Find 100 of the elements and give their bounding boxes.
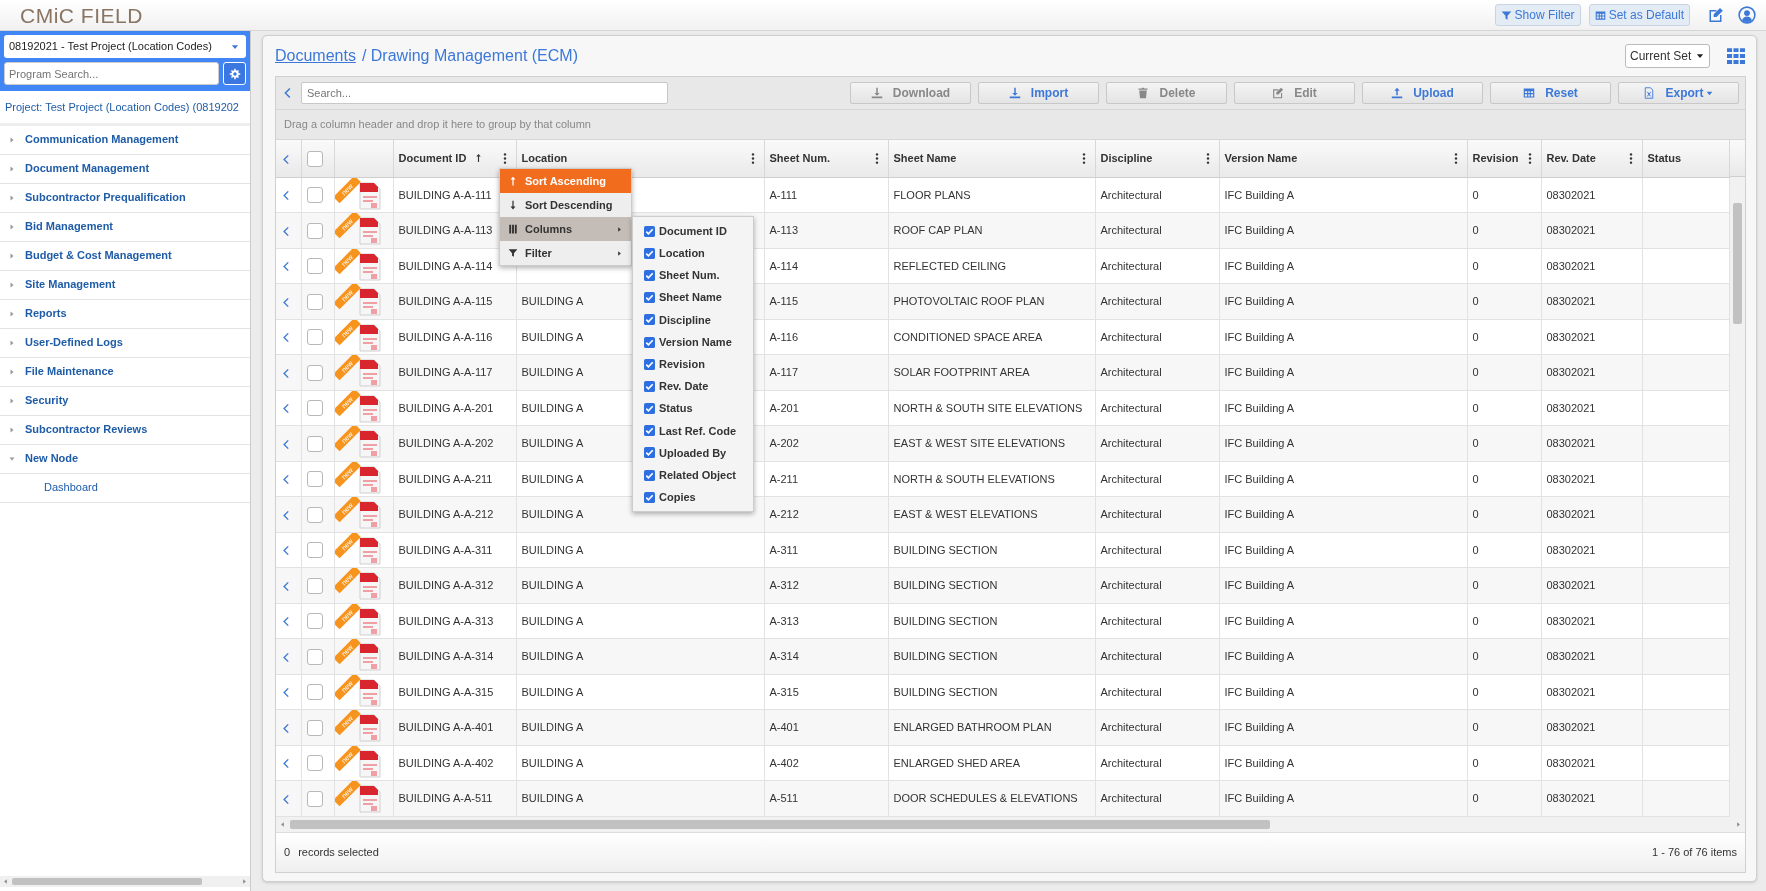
table-cell: 0 (1467, 603, 1541, 639)
row-checkbox[interactable] (306, 684, 323, 701)
table-cell: Architectural (1095, 567, 1219, 603)
scroll-right-icon[interactable] (241, 878, 248, 885)
toolbar-button[interactable]: Reset (1490, 82, 1611, 104)
checkbox[interactable] (644, 469, 655, 481)
row-checkbox[interactable] (306, 542, 323, 559)
sidebar-item[interactable]: Budget & Cost Management (0, 241, 250, 271)
checkbox[interactable] (644, 447, 655, 459)
table-cell: A-401 (764, 709, 888, 745)
project-select[interactable]: 08192021 - Test Project (Location Codes) (4, 35, 246, 58)
sidebar-item[interactable]: Subcontractor Reviews (0, 415, 250, 445)
sidebar-item[interactable]: File Maintenance (0, 357, 250, 387)
column-option[interactable]: Related Object (633, 464, 753, 487)
sidebar-item[interactable]: New Node (0, 444, 250, 474)
checkbox[interactable] (644, 403, 655, 415)
settings-button[interactable] (223, 62, 246, 85)
sidebar-item[interactable]: Reports (0, 299, 250, 329)
table-cell: 08302021 (1541, 390, 1642, 426)
sidebar-item[interactable]: Site Management (0, 270, 250, 300)
program-search-field[interactable]: Program Search... (4, 62, 219, 85)
scroll-right-icon[interactable] (1735, 820, 1742, 828)
row-checkbox[interactable] (306, 648, 323, 665)
column-header[interactable]: Location (521, 150, 568, 167)
pdf-file-icon (358, 359, 381, 387)
row-checkbox[interactable] (306, 293, 323, 310)
table-cell: A-314 (764, 638, 888, 674)
row-checkbox[interactable] (306, 364, 323, 381)
checkbox[interactable] (644, 269, 655, 281)
sidebar-item[interactable]: Security (0, 386, 250, 416)
column-header[interactable]: Discipline (1100, 150, 1153, 167)
breadcrumb-link[interactable]: Documents (275, 44, 356, 68)
group-hint: Drag a column header and drop it here to group by that column (284, 117, 591, 133)
sidebar-item[interactable]: Document Management (0, 154, 250, 184)
row-checkbox[interactable] (306, 222, 323, 239)
checkbox[interactable] (644, 314, 655, 326)
table-cell: IFC Building A (1219, 532, 1467, 568)
sidebar-item[interactable]: Communication Management (0, 125, 250, 155)
user-icon[interactable] (1738, 6, 1756, 24)
table-cell: Architectural (1095, 248, 1219, 284)
checkbox[interactable] (644, 380, 655, 392)
table-cell: A-117 (764, 354, 888, 390)
toolbar-button[interactable]: Export (1618, 82, 1739, 104)
checkbox[interactable] (644, 247, 655, 259)
toolbar-button[interactable]: Upload (1362, 82, 1483, 104)
row-checkbox[interactable] (306, 577, 323, 594)
checkbox[interactable] (644, 358, 655, 370)
checkbox[interactable] (644, 491, 655, 503)
column-option[interactable]: Version Name (633, 330, 753, 354)
row-checkbox[interactable] (306, 613, 323, 630)
column-option[interactable]: Revision (633, 353, 753, 376)
column-header[interactable]: Version Name (1224, 150, 1298, 167)
pdf-file-icon (358, 501, 381, 529)
row-checkbox[interactable] (306, 187, 323, 204)
header-button[interactable]: Set as Default (1588, 4, 1690, 26)
scrollbar-thumb[interactable] (1733, 202, 1742, 324)
grid-menu-icon[interactable] (1726, 47, 1746, 65)
sidebar-item[interactable]: User-Defined Logs (0, 328, 250, 358)
column-option[interactable]: Document ID (633, 220, 753, 243)
scrollbar-thumb[interactable] (290, 819, 1270, 829)
select-all-checkbox[interactable] (306, 150, 323, 167)
search-field[interactable]: Search... (301, 82, 668, 104)
sidebar-item[interactable]: Subcontractor Prequalification (0, 183, 250, 213)
edit-icon[interactable] (1708, 7, 1724, 23)
row-checkbox[interactable] (306, 790, 323, 807)
checkbox[interactable] (644, 336, 655, 348)
scrollbar-thumb[interactable] (12, 878, 202, 885)
view-select[interactable]: Current Set (1625, 44, 1710, 68)
sidebar-item[interactable]: Bid Management (0, 212, 250, 242)
table-cell: A-402 (764, 745, 888, 781)
column-option[interactable]: Location (633, 242, 753, 265)
pdf-file-icon (358, 643, 381, 671)
row-checkbox[interactable] (306, 435, 323, 452)
table-cell: BUILDING A-A-401 (393, 709, 516, 745)
sidebar-subitem[interactable]: Dashboard (0, 473, 250, 503)
scroll-left-icon[interactable] (279, 820, 286, 828)
row-checkbox[interactable] (306, 400, 323, 417)
scroll-left-icon[interactable] (2, 878, 9, 885)
column-option[interactable]: Status (633, 397, 753, 420)
row-checkbox[interactable] (306, 755, 323, 772)
toolbar-button[interactable]: Import (978, 82, 1099, 104)
checkbox[interactable] (644, 425, 655, 437)
table-cell: BUILDING A-A-116 (393, 319, 516, 355)
row-checkbox[interactable] (306, 329, 323, 346)
row-checkbox[interactable] (306, 506, 323, 523)
pdf-file-icon (358, 678, 381, 707)
column-header[interactable]: Sheet Name (893, 150, 957, 167)
row-checkbox[interactable] (306, 719, 323, 736)
checkbox[interactable] (644, 292, 655, 304)
column-header[interactable]: Status (1647, 150, 1682, 167)
table-cell: 08302021 (1541, 496, 1642, 532)
menu-item[interactable]: Columns (500, 217, 631, 241)
checkbox[interactable] (644, 225, 655, 237)
header-button[interactable]: Show Filter (1494, 4, 1581, 26)
row-checkbox[interactable] (306, 471, 323, 488)
column-option[interactable]: Sheet Name (633, 286, 753, 309)
row-checkbox[interactable] (306, 258, 323, 275)
trash-icon (1137, 87, 1150, 99)
table-cell: A-212 (764, 496, 888, 532)
table-cell: BUILDING A (516, 709, 764, 745)
